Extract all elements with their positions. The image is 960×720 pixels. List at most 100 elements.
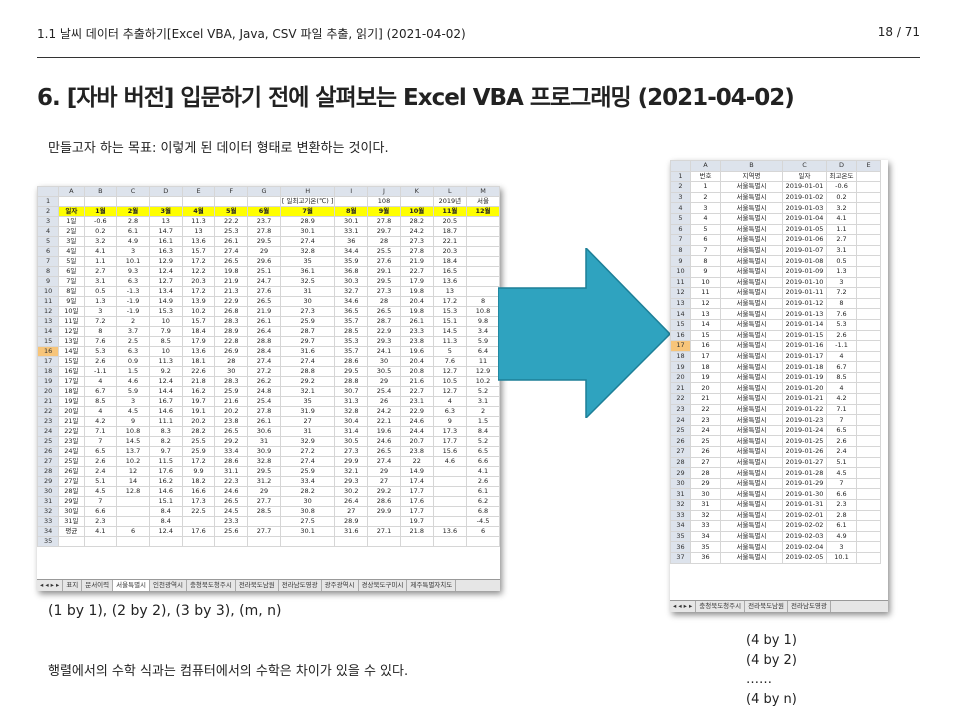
sheet-cell[interactable]: 32.9	[279, 436, 336, 447]
sheet-cell[interactable]: 29.9	[334, 456, 369, 467]
sheet-cell[interactable]: 6.3	[116, 346, 150, 357]
sheet-cell[interactable]: 6일	[58, 266, 85, 277]
sheet-cell[interactable]: 3	[83, 306, 118, 317]
sheet-cell[interactable]: 서울특별시	[720, 276, 783, 289]
sheet-cell[interactable]: 25.5	[181, 436, 216, 447]
sheet-cell[interactable]: 17.9	[181, 336, 216, 347]
sheet-tab[interactable]: 충청북도청주시	[187, 580, 236, 591]
sheet-nav-arrows-icon[interactable]: ◂ ◂ ▸ ▸	[670, 601, 697, 612]
sheet-cell[interactable]: 30	[214, 366, 249, 377]
sheet-cell[interactable]: 2.3	[83, 516, 118, 527]
row-header[interactable]: 14	[37, 326, 60, 337]
sheet-cell[interactable]: 서울특별시	[720, 382, 783, 395]
sheet-cell[interactable]: 30.1	[279, 226, 336, 237]
sheet-cell[interactable]	[466, 236, 500, 247]
row-header[interactable]: 10	[670, 265, 691, 278]
sheet-cell[interactable]	[83, 536, 118, 547]
sheet-tab[interactable]: 충청북도청주시	[696, 601, 746, 612]
sheet-cell[interactable]	[214, 536, 249, 547]
sheet-cell[interactable]: 2019-01-29	[782, 477, 827, 490]
sheet-tab[interactable]: 전라북도남원	[745, 601, 789, 612]
sheet-cell[interactable]: 5.2	[466, 386, 500, 397]
sheet-tab[interactable]: 전라북도남원	[236, 580, 279, 591]
sheet-cell[interactable]	[856, 308, 881, 320]
sheet-cell[interactable]: 2019-01-09	[782, 265, 827, 278]
sheet-cell[interactable]: 2019-01-08	[782, 255, 827, 267]
sheet-cell[interactable]: 33.4	[214, 446, 249, 457]
sheet-cell[interactable]: 25.1	[247, 266, 281, 277]
row-header[interactable]: 19	[670, 361, 691, 373]
sheet-cell[interactable]: 23.8	[214, 416, 249, 427]
sheet-cell[interactable]: 9.2	[148, 366, 183, 377]
row-header[interactable]: 33	[37, 516, 60, 527]
sheet-cell[interactable]	[279, 536, 336, 547]
sheet-cell[interactable]	[856, 530, 881, 543]
sheet-cell[interactable]: 서울특별시	[720, 488, 783, 500]
sheet-cell[interactable]: 32.1	[334, 466, 369, 477]
sheet-cell[interactable]: 2019-01-12	[782, 297, 827, 310]
row-header[interactable]: 26	[37, 446, 60, 457]
sheet-cell[interactable]: 8.5	[148, 336, 183, 347]
row-header[interactable]: 35	[37, 536, 60, 547]
sheet-cell[interactable]	[367, 536, 401, 547]
sheet-cell[interactable]: 29.3	[334, 476, 369, 487]
row-header[interactable]: 7	[37, 256, 60, 267]
sheet-cell[interactable]: 28.4	[247, 346, 281, 357]
sheet-cell[interactable]: 서울특별시	[720, 265, 783, 278]
sheet-cell[interactable]: 2019-01-14	[782, 318, 827, 331]
sheet-cell[interactable]: 30	[690, 488, 721, 500]
sheet-cell[interactable]: 35	[279, 396, 336, 407]
row-header[interactable]: 25	[37, 436, 60, 447]
sheet-cell[interactable]: 1월	[83, 206, 118, 217]
sheet-cell[interactable]: 2.6	[826, 329, 857, 342]
column-header[interactable]: C	[782, 160, 827, 172]
sheet-cell[interactable]: 1.5	[466, 416, 500, 427]
sheet-cell[interactable]: 서울특별시	[720, 371, 783, 384]
sheet-cell[interactable]: 3.1	[826, 244, 857, 257]
sheet-cell[interactable]: 22.2	[214, 216, 249, 227]
sheet-cell[interactable]: 10.2	[116, 456, 150, 467]
sheet-cell[interactable]: 31	[279, 426, 336, 437]
sheet-cell[interactable]: 6월	[247, 206, 281, 217]
row-header[interactable]: 11	[670, 276, 691, 289]
sheet-cell[interactable]: 4일	[58, 246, 85, 257]
sheet-nav-arrows-icon[interactable]: ◂ ◂ ▸ ▸	[37, 580, 64, 591]
column-header[interactable]: M	[466, 186, 500, 197]
sheet-cell[interactable]: 21.6	[214, 396, 249, 407]
sheet-cell[interactable]: 29.2	[214, 436, 249, 447]
sheet-cell[interactable]: 6.3	[432, 406, 468, 417]
sheet-cell[interactable]: 5.9	[466, 336, 500, 347]
sheet-cell[interactable]: 10	[690, 276, 721, 289]
sheet-cell[interactable]: 36	[690, 551, 721, 564]
sheet-cell[interactable]: 13	[690, 308, 721, 320]
sheet-cell[interactable]: 29.5	[247, 466, 281, 477]
sheet-cell[interactable]: 3.4	[466, 326, 500, 337]
sheet-cell[interactable]: 16.2	[148, 476, 183, 487]
row-header[interactable]: 37	[670, 551, 691, 564]
row-header[interactable]: 31	[37, 496, 60, 507]
sheet-cell[interactable]: 28.5	[247, 506, 281, 517]
sheet-cell[interactable]: 15.3	[148, 306, 183, 317]
sheet-cell[interactable]	[148, 536, 183, 547]
sheet-cell[interactable]: 25.4	[247, 396, 281, 407]
sheet-cell[interactable]	[247, 536, 281, 547]
sheet-cell[interactable]: 27.4	[279, 236, 336, 247]
sheet-cell[interactable]: 28.6	[214, 456, 249, 467]
sheet-cell[interactable]: 11.3	[432, 336, 468, 347]
sheet-cell[interactable]: 19.6	[367, 426, 401, 437]
sheet-cell[interactable]: 12일	[58, 326, 85, 337]
sheet-cell[interactable]: 35	[279, 256, 336, 267]
sheet-cell[interactable]: 2019-01-01	[782, 181, 827, 193]
sheet-cell[interactable]: 13	[432, 286, 468, 297]
sheet-cell[interactable]	[116, 196, 150, 207]
sheet-cell[interactable]: 26.5	[214, 426, 249, 437]
sheet-cell[interactable]	[83, 196, 118, 207]
sheet-cell[interactable]	[856, 350, 881, 363]
sheet-cell[interactable]: 27.4	[279, 356, 336, 367]
sheet-cell[interactable]: 2019-02-02	[782, 520, 827, 532]
sheet-cell[interactable]	[466, 536, 500, 547]
sheet-cell[interactable]: 22.8	[214, 336, 249, 347]
column-header[interactable]: F	[214, 186, 249, 197]
sheet-cell[interactable]: 10.5	[432, 376, 468, 387]
sheet-cell[interactable]: 25.9	[214, 386, 249, 397]
